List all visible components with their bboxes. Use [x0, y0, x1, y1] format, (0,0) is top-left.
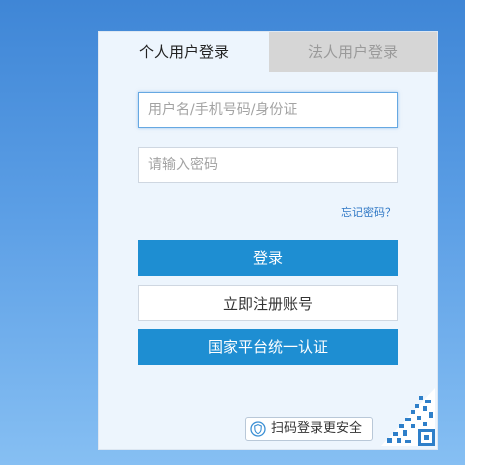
password-input[interactable]: [138, 147, 398, 183]
qr-code-icon[interactable]: [381, 388, 435, 446]
register-button[interactable]: 立即注册账号: [138, 285, 398, 321]
tab-personal-login[interactable]: 个人用户登录: [99, 32, 269, 72]
national-auth-button[interactable]: 国家平台统一认证: [138, 329, 398, 365]
tab-corporate-login[interactable]: 法人用户登录: [269, 32, 437, 72]
forgot-password-link[interactable]: 忘记密码？: [341, 204, 396, 220]
login-tabs: 个人用户登录 法人用户登录: [99, 32, 437, 72]
scan-login-label: 扫码登录更安全: [271, 421, 363, 436]
login-button[interactable]: 登录: [138, 240, 398, 276]
page-right-strip: [465, 0, 485, 465]
scan-login-badge[interactable]: 扫码登录更安全: [245, 417, 373, 441]
shield-icon: [250, 421, 266, 437]
username-input[interactable]: [138, 92, 398, 128]
login-panel: 个人用户登录 法人用户登录 忘记密码？ 登录 立即注册账号 国家平台统一认证 扫…: [98, 31, 438, 450]
